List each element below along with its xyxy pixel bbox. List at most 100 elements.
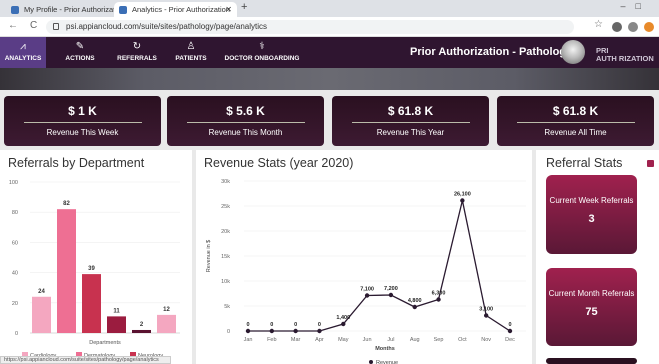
- kpi-revenue-year: $ 61.8 K Revenue This Year: [332, 96, 489, 146]
- nav-analytics[interactable]: ⩘ ANALYTICS: [0, 37, 46, 68]
- nav-actions[interactable]: ✎ ACTIONS: [58, 37, 102, 68]
- card-value: 75: [585, 306, 598, 318]
- kpi-revenue-week: $ 1 K Revenue This Week: [4, 96, 161, 146]
- profile-icon[interactable]: [644, 22, 654, 32]
- data-point: [269, 328, 275, 334]
- data-point: [364, 293, 370, 298]
- y-tick-label: 60: [12, 240, 18, 246]
- kpi-label: Revenue All Time: [544, 128, 607, 137]
- nav-label: ACTIONS: [65, 55, 95, 62]
- data-label: 24: [38, 289, 45, 295]
- revenue-line-chart: 0 5k 10k 15k 20k 25k 30k Revenue in $ 0 Jan 0 Feb 0 M…: [206, 179, 526, 364]
- data-label: 1,400: [336, 315, 350, 321]
- bar: [107, 316, 126, 333]
- new-tab-icon[interactable]: +: [241, 1, 247, 13]
- y-tick-label: 40: [12, 271, 18, 277]
- referral-stats-title: Referral Stats: [546, 156, 623, 170]
- data-label: 6,300: [432, 291, 446, 297]
- puzzle-icon[interactable]: [628, 22, 638, 32]
- y-axis-label: Revenue in $: [206, 240, 212, 272]
- data-point: [460, 198, 465, 203]
- nav-patients[interactable]: ♙ PATIENTS: [172, 37, 210, 68]
- legend-marker: [369, 360, 373, 364]
- data-point: [245, 328, 251, 334]
- y-tick-label: 10k: [221, 279, 230, 285]
- x-tick-label: Sep: [434, 337, 444, 343]
- site-title-menu[interactable]: Prior Authorization - Pathology ▾: [410, 45, 581, 58]
- window-controls[interactable]: –□: [621, 1, 651, 11]
- app-logo: PRI AUTH RIZATION: [596, 47, 654, 63]
- y-tick-label: 0: [15, 331, 18, 337]
- referrals-icon: ↻: [132, 41, 142, 52]
- extension-icon[interactable]: [612, 22, 622, 32]
- kpi-divider: [23, 122, 142, 123]
- x-tick-label: Oct: [458, 337, 467, 343]
- kpi-value: $ 5.6 K: [226, 104, 265, 118]
- url-field[interactable]: psi.appiancloud.com/suite/sites/patholog…: [46, 20, 574, 34]
- x-tick-label: Aug: [410, 337, 420, 343]
- revenue-series-line: [248, 200, 511, 332]
- referrals-bar-chart: 02040608010024823911212DepartmentsCardio…: [9, 180, 180, 359]
- address-bar: ← C psi.appiancloud.com/suite/sites/path…: [0, 17, 659, 37]
- y-tick-label: 15k: [221, 254, 230, 260]
- tab-title: Analytics - Prior Authorization: [132, 5, 230, 14]
- y-tick-label: 5k: [224, 304, 230, 310]
- kpi-revenue-all-time: $ 61.8 K Revenue All Time: [497, 96, 654, 146]
- data-point: [436, 297, 441, 302]
- legend-label: Revenue: [376, 360, 398, 364]
- nav-referrals[interactable]: ↻ REFERRALS: [113, 37, 161, 68]
- kpi-label: Revenue This Week: [46, 128, 119, 137]
- nav-label: REFERRALS: [117, 55, 157, 62]
- bar: [57, 209, 76, 333]
- nav-label: ANALYTICS: [4, 55, 42, 62]
- bar: [82, 274, 101, 333]
- y-tick-label: 25k: [221, 204, 230, 210]
- data-point: [507, 328, 513, 334]
- x-axis-label: Months: [375, 346, 395, 352]
- doctor-icon: ⚕: [259, 41, 265, 52]
- favicon-icon: [119, 6, 127, 14]
- data-label: 7,100: [360, 287, 374, 293]
- tab-title: My Profile - Prior Authorization: [24, 5, 126, 14]
- data-point: [412, 304, 417, 310]
- data-point: [341, 321, 346, 327]
- reload-icon[interactable]: C: [30, 20, 37, 31]
- kpi-label: Revenue This Year: [376, 128, 445, 137]
- header-banner-image: [0, 68, 659, 90]
- bar: [132, 329, 151, 333]
- data-label: 4,800: [408, 298, 422, 304]
- data-label: 0: [508, 322, 511, 328]
- x-tick-label: Dec: [505, 337, 515, 343]
- nav-label: DOCTOR ONBOARDING: [224, 55, 300, 62]
- data-label: 11: [113, 308, 120, 314]
- kpi-value: $ 1 K: [68, 104, 97, 118]
- bar: [32, 296, 51, 333]
- user-avatar[interactable]: [561, 40, 585, 64]
- x-tick-label: Nov: [481, 337, 491, 343]
- close-tab-icon[interactable]: ✕: [225, 2, 232, 17]
- data-label: 26,100: [454, 192, 471, 198]
- card-label: Current Month Referrals: [548, 289, 635, 298]
- collapse-icon[interactable]: [647, 160, 654, 167]
- x-tick-label: Jul: [387, 337, 394, 343]
- nav-doctor-onboarding[interactable]: ⚕ DOCTOR ONBOARDING: [222, 37, 302, 68]
- browser-tab-strip: My Profile - Prior Authorization ✕ Analy…: [0, 0, 659, 17]
- kpi-value: $ 61.8 K: [387, 104, 434, 118]
- star-icon[interactable]: ☆: [594, 19, 603, 30]
- nav-label: PATIENTS: [175, 55, 207, 62]
- kpi-divider: [351, 122, 470, 123]
- logo-text-bottom: AUTH RIZATION: [596, 54, 654, 63]
- x-tick-label: Feb: [267, 337, 276, 343]
- card-current-week-referrals: Current Week Referrals 3: [546, 175, 637, 254]
- kpi-label: Revenue This Month: [208, 128, 283, 137]
- y-tick-label: 0: [227, 329, 230, 335]
- analytics-icon: ⩘: [20, 41, 26, 52]
- browser-tab-my-profile[interactable]: My Profile - Prior Authorization ✕: [6, 2, 130, 17]
- kpi-divider: [516, 122, 635, 123]
- card-label: Current Week Referrals: [549, 196, 634, 205]
- x-tick-label: Mar: [291, 337, 301, 343]
- browser-tab-analytics[interactable]: Analytics - Prior Authorization ✕: [114, 2, 237, 17]
- lock-icon: [53, 23, 59, 30]
- back-icon[interactable]: ←: [8, 20, 18, 31]
- bar: [157, 314, 176, 333]
